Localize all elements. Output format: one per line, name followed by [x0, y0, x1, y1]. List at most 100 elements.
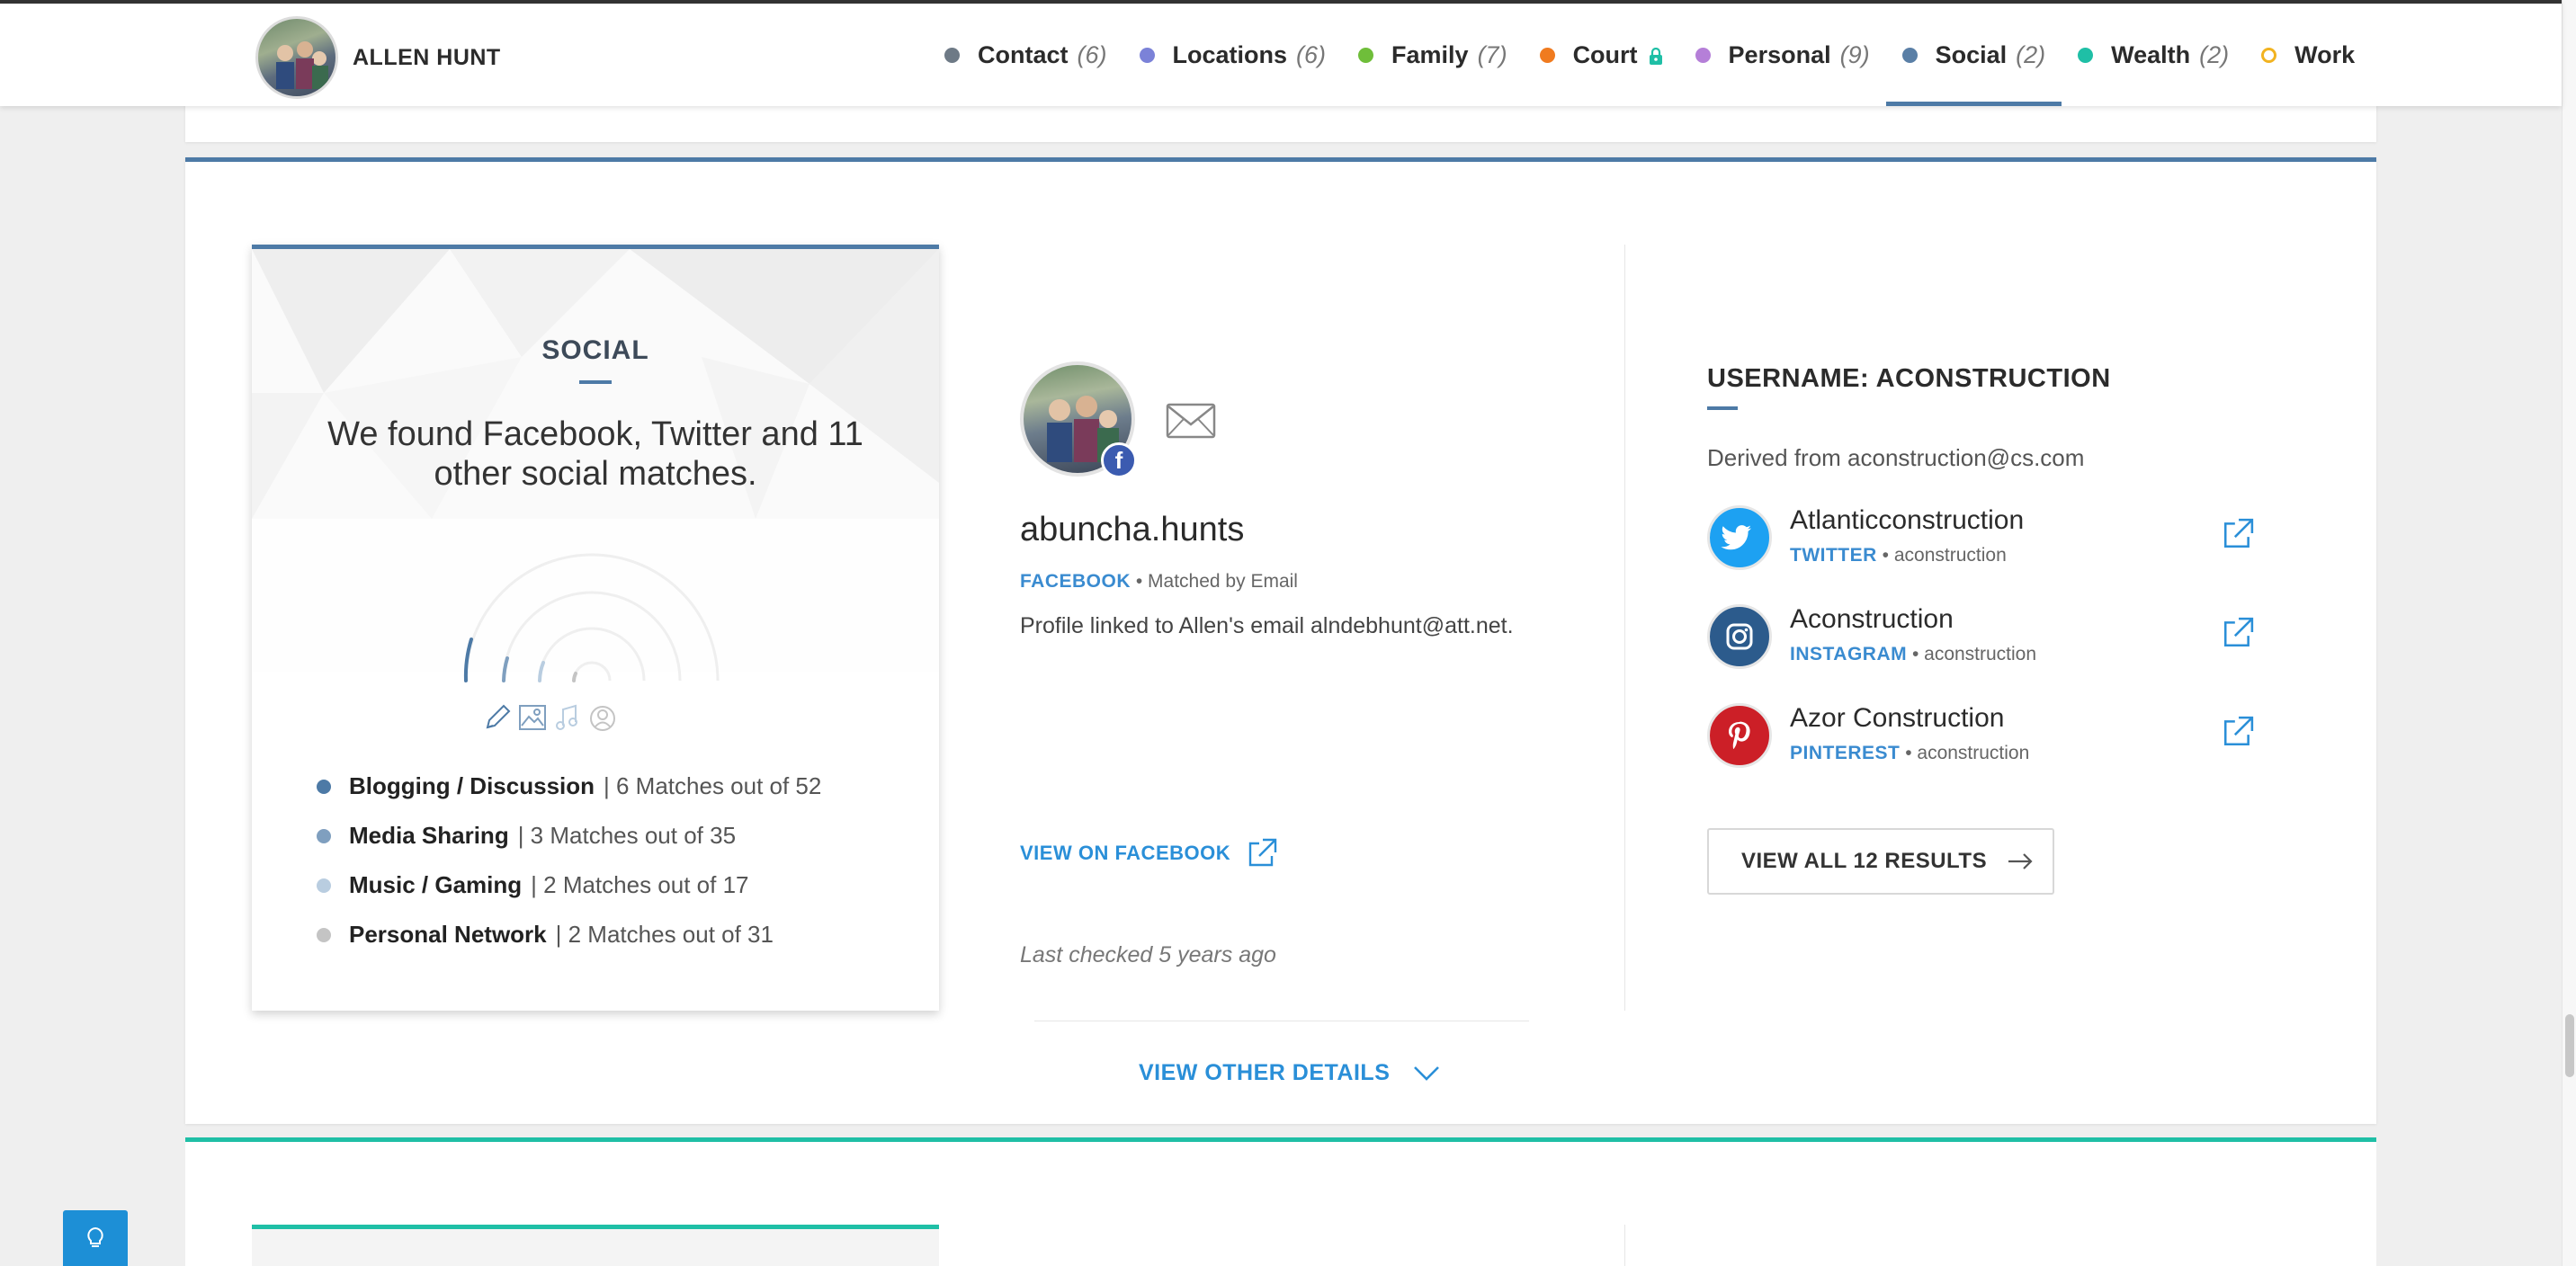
status-dot — [1358, 47, 1374, 63]
platform-label: INSTAGRAM — [1790, 644, 1908, 664]
status-dot — [1695, 47, 1711, 63]
account-source: INSTAGRAM • aconstruction — [1790, 644, 2036, 665]
scroll-thumb[interactable] — [2565, 1014, 2574, 1077]
category-name: Personal Network — [349, 921, 547, 948]
view-other-details-toggle[interactable]: VIEW OTHER DETAILS — [1139, 1060, 1440, 1086]
separator-dot: • — [1882, 545, 1894, 566]
nav-item-wealth[interactable]: Wealth (2) — [2062, 4, 2245, 106]
person-icon — [590, 706, 615, 731]
account-source: TWITTER • aconstruction — [1790, 545, 2007, 566]
list-item: Media Sharing | 3 Matches out of 35 — [317, 811, 821, 860]
profile-handle: abuncha.hunts — [1020, 511, 1245, 548]
category-dot — [317, 878, 331, 893]
category-arc-chart — [463, 553, 720, 731]
external-link-icon — [1248, 838, 1277, 867]
account-row-twitter[interactable]: Atlanticconstruction TWITTER • aconstruc… — [1707, 504, 2265, 575]
separator-dot: • — [1911, 644, 1925, 664]
account-handle: aconstruction — [1924, 644, 2037, 664]
image-icon — [519, 705, 546, 730]
category-dot — [317, 828, 331, 843]
list-item: Blogging / Discussion | 6 Matches out of… — [317, 762, 821, 811]
nav-count: (6) — [1296, 40, 1327, 68]
source-label: FACEBOOK — [1020, 571, 1131, 592]
nav-label: Wealth — [2111, 40, 2191, 68]
nav-count: (6) — [1077, 40, 1107, 68]
account-row-instagram[interactable]: Aconstruction INSTAGRAM • aconstruction — [1707, 602, 2265, 674]
top-nav-bar: ALLEN HUNT Contact (6) Locations (6) Fam… — [0, 0, 2562, 106]
profile-description: Profile linked to Allen's email alndebhu… — [1020, 613, 1514, 638]
username-title: USERNAME: ACONSTRUCTION — [1707, 364, 2111, 393]
arc-media — [502, 656, 509, 682]
category-name: Music / Gaming — [349, 871, 523, 898]
nav-item-personal[interactable]: Personal (9) — [1679, 4, 1886, 106]
help-button[interactable] — [63, 1210, 128, 1266]
nav-count: (9) — [1839, 40, 1870, 68]
music-note-icon — [556, 704, 577, 730]
category-detail: | 2 Matches out of 17 — [531, 871, 749, 898]
external-link-icon[interactable] — [2222, 518, 2254, 550]
list-item: Music / Gaming | 2 Matches out of 17 — [317, 860, 821, 910]
category-dot — [317, 779, 331, 794]
instagram-icon — [1707, 604, 1772, 669]
status-dot — [1139, 47, 1155, 63]
match-label: Matched by Email — [1148, 571, 1298, 592]
view-on-facebook-link[interactable]: VIEW ON FACEBOOK — [1020, 838, 1277, 869]
list-item: Personal Network | 2 Matches out of 31 — [317, 910, 821, 959]
external-link-icon[interactable] — [2222, 716, 2254, 748]
avatar[interactable] — [255, 16, 338, 99]
pencil-icon — [486, 704, 511, 729]
nav-item-social[interactable]: Social (2) — [1885, 4, 2062, 106]
account-source: PINTEREST • aconstruction — [1790, 743, 2029, 764]
nav-item-locations[interactable]: Locations (6) — [1123, 4, 1343, 106]
arrow-right-icon — [2008, 853, 2033, 869]
arc-blogging — [463, 637, 473, 682]
platform-label: TWITTER — [1790, 545, 1877, 566]
arc-personal — [572, 672, 577, 682]
nav-count: (7) — [1477, 40, 1507, 68]
nav-item-contact[interactable]: Contact (6) — [928, 4, 1123, 106]
category-detail: | 6 Matches out of 52 — [604, 772, 822, 799]
separator-dot: • — [1135, 571, 1149, 592]
nav-label: Locations — [1172, 40, 1288, 68]
facebook-icon: f — [1101, 442, 1137, 478]
page-scrollbar[interactable] — [2562, 0, 2576, 1266]
derived-from-text: Derived from aconstruction@cs.com — [1707, 444, 2085, 471]
account-handle: aconstruction — [1893, 545, 2007, 566]
account-name: Aconstruction — [1790, 604, 1954, 634]
last-checked-text: Last checked 5 years ago — [1020, 942, 1276, 967]
brand[interactable]: ALLEN HUNT — [255, 16, 501, 99]
title-underline — [579, 380, 612, 384]
button-label: VIEW ALL 12 RESULTS — [1741, 849, 1988, 873]
nav-item-family[interactable]: Family (7) — [1342, 4, 1524, 106]
nav-label: Contact — [978, 40, 1069, 68]
category-name: Blogging / Discussion — [349, 772, 595, 799]
nav-item-work[interactable]: Work — [2245, 4, 2371, 106]
summary-text: We found Facebook, Twitter and 11 other … — [327, 415, 863, 493]
account-handle: aconstruction — [1917, 743, 2030, 763]
title-underline — [1707, 406, 1738, 410]
category-list: Blogging / Discussion | 6 Matches out of… — [317, 762, 821, 959]
external-link-icon[interactable] — [2222, 617, 2254, 649]
nav-label: Family — [1391, 40, 1469, 68]
section-nav: Contact (6) Locations (6) Family (7) Cou… — [928, 4, 2371, 106]
category-detail: | 2 Matches out of 31 — [555, 921, 774, 948]
mail-icon[interactable] — [1166, 403, 1216, 439]
account-row-pinterest[interactable]: Azor Construction PINTEREST • aconstruct… — [1707, 701, 2265, 773]
nav-item-court[interactable]: Court — [1524, 4, 1679, 106]
status-dot — [944, 47, 960, 63]
person-name: ALLEN HUNT — [353, 44, 501, 70]
status-dot — [2078, 47, 2094, 63]
nav-count: (2) — [2199, 40, 2230, 68]
social-section-card: SOCIAL We found Facebook, Twitter and 11… — [185, 157, 2376, 1124]
status-dot — [1901, 47, 1918, 63]
view-all-results-button[interactable]: VIEW ALL 12 RESULTS — [1707, 828, 2054, 895]
separator-dot: • — [1905, 743, 1918, 763]
nav-label: Court — [1572, 40, 1638, 68]
next-section-card — [185, 1137, 2376, 1266]
section-title: SOCIAL — [541, 335, 649, 365]
category-dot — [317, 927, 331, 942]
arc-music — [538, 661, 545, 682]
pinterest-icon — [1707, 703, 1772, 768]
account-name: Atlanticconstruction — [1790, 505, 2025, 535]
account-name: Azor Construction — [1790, 703, 2005, 733]
